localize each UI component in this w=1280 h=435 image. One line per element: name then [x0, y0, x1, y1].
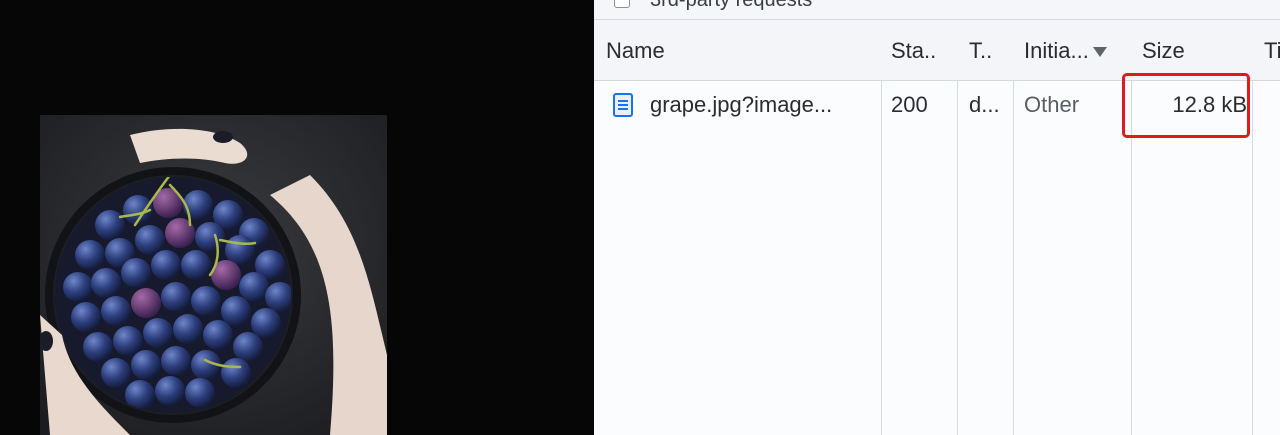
- column-header-status[interactable]: Sta..: [891, 20, 955, 81]
- column-header-name[interactable]: Name: [606, 20, 876, 81]
- image-preview-pane: [0, 0, 594, 435]
- request-initiator: Other: [1024, 92, 1080, 117]
- column-header-label: Name: [606, 37, 665, 63]
- column-header-label: Ti: [1264, 37, 1280, 63]
- third-party-label: 3rd-party requests: [650, 0, 813, 11]
- column-header-time[interactable]: Ti: [1264, 20, 1280, 81]
- request-status: 200: [891, 92, 928, 117]
- filter-bar: 3rd-party requests: [594, 0, 1280, 20]
- third-party-checkbox[interactable]: [614, 0, 630, 8]
- column-header-label: T..: [969, 37, 993, 63]
- grape-bowl-image: [40, 115, 387, 435]
- document-icon: [613, 93, 633, 117]
- column-header-type[interactable]: T..: [969, 20, 1011, 81]
- size-highlight-box: [1122, 73, 1250, 138]
- column-header-label: Sta..: [891, 37, 937, 63]
- cell-name: grape.jpg?image...: [613, 82, 879, 128]
- column-header-size[interactable]: Size: [1142, 20, 1250, 81]
- cell-status: 200: [891, 82, 955, 128]
- request-name: grape.jpg?image...: [650, 92, 833, 117]
- table-header: Name Sta.. T.. Initia... Size Ti: [594, 20, 1280, 81]
- column-header-label: Initia...: [1024, 37, 1089, 63]
- request-type: d...: [969, 92, 1000, 117]
- sort-descending-icon: [1092, 46, 1107, 57]
- column-header-label: Size: [1142, 37, 1185, 63]
- cell-initiator: Other: [1024, 82, 1130, 128]
- cell-type: d...: [969, 82, 1011, 128]
- column-header-initiator[interactable]: Initia...: [1024, 20, 1130, 81]
- network-panel: 3rd-party requests Name Sta.. T.. Initia…: [594, 0, 1280, 435]
